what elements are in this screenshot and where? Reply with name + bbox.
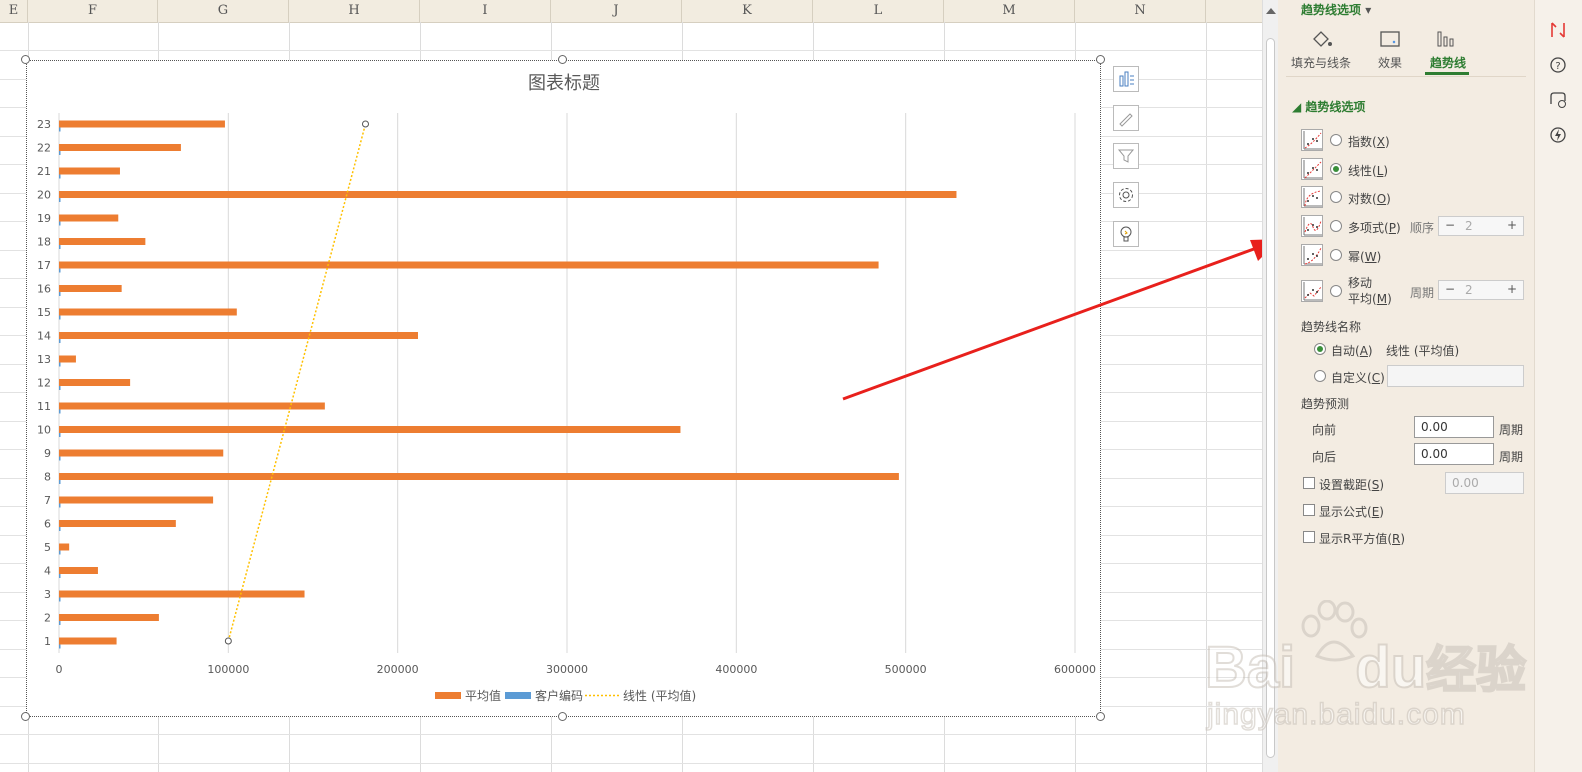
- trend-type-label: 幂(W): [1348, 250, 1382, 264]
- order-spinner[interactable]: − 2 +: [1438, 216, 1524, 236]
- sidebar-format-icon[interactable]: [1548, 20, 1568, 40]
- fill-bucket-icon: [1313, 31, 1332, 47]
- order-minus[interactable]: −: [1445, 218, 1455, 232]
- custom-name-input[interactable]: [1387, 365, 1524, 387]
- annotation-arrow: [842, 239, 1262, 401]
- pane-header[interactable]: 趋势线选项 ▾: [1301, 1, 1371, 18]
- scroll-up-icon[interactable]: [1266, 8, 1276, 14]
- right-sidebar: ?: [1534, 0, 1582, 772]
- trend-polynomial-icon: [1301, 215, 1323, 237]
- period-label: 周期: [1410, 286, 1435, 300]
- help-icon[interactable]: ?: [1548, 55, 1568, 75]
- tab-trendline[interactable]: 趋势线: [1430, 54, 1466, 71]
- order-label: 顺序: [1410, 221, 1435, 235]
- trend-linear-icon: [1301, 158, 1323, 180]
- custom-name-radio[interactable]: [1314, 370, 1326, 382]
- trend-type-label: 对数(O): [1348, 192, 1391, 206]
- trendline-name-header: 趋势线名称: [1301, 320, 1362, 334]
- trend-type-radio[interactable]: [1330, 163, 1342, 175]
- intercept-checkbox[interactable]: [1303, 477, 1315, 489]
- auto-name-label: 自动(A): [1331, 344, 1373, 358]
- intercept-label: 设置截距(S): [1319, 478, 1385, 492]
- tab-fill-line[interactable]: 填充与线条: [1291, 54, 1351, 71]
- forward-label: 向前: [1312, 423, 1337, 437]
- auto-name-radio[interactable]: [1314, 343, 1326, 355]
- auto-name-value: 线性 (平均值): [1386, 344, 1460, 358]
- quick-action-icon[interactable]: [1548, 125, 1568, 145]
- period-minus[interactable]: −: [1445, 282, 1455, 296]
- trend-logarithmic-icon: [1301, 186, 1323, 208]
- trend-exponential-icon: [1301, 129, 1323, 151]
- trend-power-icon: [1301, 244, 1323, 266]
- trend-moving-average-icon: [1301, 280, 1323, 302]
- trend-type-radio[interactable]: [1330, 134, 1342, 146]
- active-tab-indicator: [1425, 72, 1469, 75]
- trend-type-radio[interactable]: [1330, 220, 1342, 232]
- trend-type-radio[interactable]: [1330, 285, 1342, 297]
- backward-label: 向后: [1312, 450, 1337, 464]
- show-r2-label: 显示R平方值(R): [1319, 532, 1406, 546]
- trend-type-label: 线性(L): [1348, 164, 1389, 178]
- backward-input[interactable]: 0.00: [1414, 443, 1494, 465]
- spreadsheet-area[interactable]: EFGHIJKLMN 图表标题 0 100000 200000 300000 400000…: [0, 0, 1262, 772]
- intercept-input[interactable]: 0.00: [1445, 472, 1524, 494]
- order-plus[interactable]: +: [1507, 218, 1517, 232]
- period-spinner[interactable]: − 2 +: [1438, 280, 1524, 300]
- backward-unit: 周期: [1499, 450, 1524, 464]
- watermark: Bai du经验 jingyan.baidu.com: [1204, 600, 1535, 740]
- period-plus[interactable]: +: [1507, 282, 1517, 296]
- tab-effects[interactable]: 效果: [1378, 54, 1402, 71]
- show-equation-checkbox[interactable]: [1303, 504, 1315, 516]
- forecast-header: 趋势预测: [1301, 397, 1350, 411]
- backup-icon[interactable]: [1548, 90, 1568, 110]
- trend-type-label: 移动 平均(M): [1348, 276, 1392, 306]
- effects-icon: [1380, 31, 1400, 47]
- custom-name-label: 自定义(C): [1331, 371, 1385, 385]
- show-equation-label: 显示公式(E): [1319, 505, 1384, 519]
- trendline-bars-icon: [1437, 31, 1454, 47]
- trend-type-radio[interactable]: [1330, 191, 1342, 203]
- watermark-url: jingyan.baidu.com: [1206, 697, 1466, 732]
- trend-type-label: 多项式(P): [1348, 221, 1401, 235]
- section-trendline-options[interactable]: ◢ 趋势线选项: [1292, 98, 1365, 115]
- forward-unit: 周期: [1499, 423, 1524, 437]
- tab-divider: [1286, 76, 1526, 77]
- forward-input[interactable]: 0.00: [1414, 416, 1494, 438]
- show-r2-checkbox[interactable]: [1303, 531, 1315, 543]
- order-value: 2: [1465, 219, 1473, 233]
- trend-type-radio[interactable]: [1330, 249, 1342, 261]
- watermark-logo: Bai du经验: [1204, 634, 1527, 701]
- svg-text:?: ?: [1555, 61, 1560, 72]
- trend-type-label: 指数(X): [1348, 135, 1390, 149]
- period-value: 2: [1465, 283, 1473, 297]
